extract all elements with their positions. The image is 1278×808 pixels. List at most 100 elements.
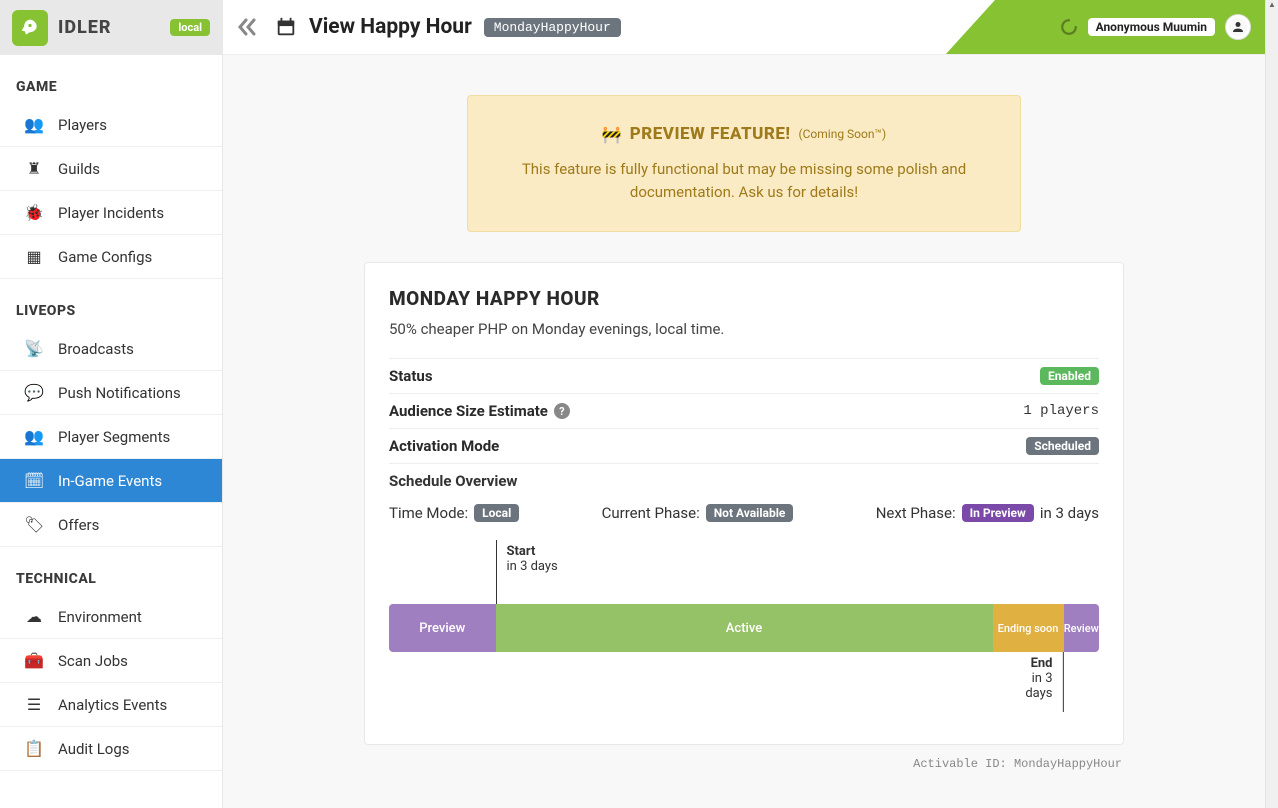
time-mode-label: Time Mode:: [389, 504, 468, 522]
calendar-icon: 🗓: [24, 471, 44, 490]
sidebar-section-technical: TECHNICAL: [0, 547, 222, 595]
activation-label: Activation Mode: [389, 437, 499, 455]
bug-icon: 🐞: [24, 203, 44, 222]
sidebar-item-push-notifications[interactable]: 💬 Push Notifications: [0, 371, 222, 415]
page-slug-badge: MondayHappyHour: [484, 18, 621, 37]
sidebar-item-in-game-events[interactable]: 🗓 In-Game Events: [0, 459, 222, 503]
status-row: Status Enabled: [389, 358, 1099, 393]
timeline-segment-preview: Preview: [389, 604, 496, 652]
sidebar-section-game: GAME: [0, 55, 222, 103]
construction-icon: 🚧: [602, 125, 622, 144]
sidebar-item-label: Environment: [58, 608, 142, 626]
vertical-scrollbar[interactable]: [1265, 0, 1278, 808]
sidebar-item-label: Analytics Events: [58, 696, 167, 714]
sidebar-item-label: Broadcasts: [58, 340, 134, 358]
sidebar-item-label: Player Incidents: [58, 204, 164, 222]
comment-icon: 💬: [24, 383, 44, 402]
next-phase-label: Next Phase:: [876, 504, 956, 522]
sidebar-item-environment[interactable]: ☁ Environment: [0, 595, 222, 639]
tower-icon: ♜: [24, 159, 44, 178]
status-badge: Enabled: [1040, 367, 1099, 385]
audience-row: Audience Size Estimate ? 1 players: [389, 393, 1099, 428]
sidebar-item-label: Game Configs: [58, 248, 152, 266]
start-eta: in 3 days: [507, 559, 558, 574]
sidebar-item-label: Guilds: [58, 160, 100, 178]
timeline-segment-review: Review: [1064, 604, 1100, 652]
next-phase-eta: in 3 days: [1040, 504, 1099, 522]
app-logo[interactable]: [12, 10, 48, 46]
app-name: IDLER: [58, 17, 112, 38]
current-phase-badge: Not Available: [706, 504, 794, 522]
cloud-icon: ☁: [24, 607, 44, 626]
loading-spinner-icon: [1060, 18, 1078, 36]
timeline: Start in 3 days Preview Active Ending so…: [389, 540, 1099, 720]
activation-row: Activation Mode Scheduled: [389, 428, 1099, 463]
sidebar-item-analytics-events[interactable]: ☰ Analytics Events: [0, 683, 222, 727]
sidebar-item-players[interactable]: 👥 Players: [0, 103, 222, 147]
user-avatar[interactable]: [1225, 14, 1251, 40]
sidebar-section-liveops: LIVEOPS: [0, 279, 222, 327]
audience-label: Audience Size Estimate ?: [389, 402, 570, 420]
sidebar-item-label: In-Game Events: [58, 472, 162, 490]
rocket-icon: [20, 18, 40, 38]
audience-value: 1 players: [1023, 403, 1099, 419]
tags-icon: 🏷: [24, 515, 44, 534]
sidebar-item-offers[interactable]: 🏷 Offers: [0, 503, 222, 547]
user-name[interactable]: Anonymous Muumin: [1088, 18, 1215, 36]
sidebar-item-label: Push Notifications: [58, 384, 181, 402]
sidebar-item-label: Audit Logs: [58, 740, 130, 758]
schedule-summary-row: Time Mode: Local Current Phase: Not Avai…: [389, 504, 1099, 522]
start-label: Start: [507, 540, 558, 559]
sidebar-item-label: Offers: [58, 516, 99, 534]
sidebar-item-guilds[interactable]: ♜ Guilds: [0, 147, 222, 191]
event-card: MONDAY HAPPY HOUR 50% cheaper PHP on Mon…: [364, 262, 1124, 745]
activation-badge: Scheduled: [1026, 437, 1099, 455]
sidebar-item-player-segments[interactable]: 👥 Player Segments: [0, 415, 222, 459]
preview-banner-subtitle: (Coming Soon™): [799, 127, 887, 141]
sidebar-item-game-configs[interactable]: ▦ Game Configs: [0, 235, 222, 279]
main-content: 🚧 PREVIEW FEATURE! (Coming Soon™) This f…: [223, 55, 1265, 808]
sidebar-item-scan-jobs[interactable]: 🧰 Scan Jobs: [0, 639, 222, 683]
sidebar-item-label: Player Segments: [58, 428, 170, 446]
activable-id-footer: Activable ID: MondayHappyHour: [364, 757, 1124, 771]
page-title-group: View Happy Hour MondayHappyHour: [275, 15, 621, 39]
sidebar-item-audit-logs[interactable]: 📋 Audit Logs: [0, 727, 222, 771]
status-label: Status: [389, 367, 433, 385]
event-title: MONDAY HAPPY HOUR: [389, 287, 1099, 310]
table-icon: ▦: [24, 247, 44, 266]
env-badge: local: [170, 19, 210, 36]
sidebar: IDLER local GAME 👥 Players ♜ Guilds 🐞 Pl…: [0, 0, 223, 808]
broadcast-icon: 📡: [24, 339, 44, 358]
current-phase-label: Current Phase:: [602, 504, 700, 522]
calendar-icon: [275, 16, 297, 38]
users-icon: 👥: [24, 427, 44, 446]
timeline-segment-active: Active: [496, 604, 993, 652]
end-label: End: [1025, 652, 1052, 671]
end-eta: in 3 days: [1025, 671, 1052, 701]
preview-banner-title: PREVIEW FEATURE!: [630, 124, 791, 144]
list-icon: ☰: [24, 695, 44, 714]
time-mode-badge: Local: [474, 504, 519, 522]
timeline-end-marker: End in 3 days: [1025, 652, 1063, 712]
sidebar-item-broadcasts[interactable]: 📡 Broadcasts: [0, 327, 222, 371]
preview-banner-desc: This feature is fully functional but may…: [492, 158, 996, 203]
page-title: View Happy Hour: [309, 15, 472, 39]
topbar: View Happy Hour MondayHappyHour Anonymou…: [223, 0, 1265, 55]
timeline-segment-ending: Ending soon: [993, 604, 1064, 652]
schedule-header: Schedule Overview: [389, 463, 1099, 504]
sidebar-item-player-incidents[interactable]: 🐞 Player Incidents: [0, 191, 222, 235]
chevron-double-left-icon: [237, 18, 257, 36]
anonymous-icon: [1228, 17, 1248, 37]
sidebar-header: IDLER local: [0, 0, 222, 55]
event-description: 50% cheaper PHP on Monday evenings, loca…: [389, 320, 1099, 338]
timeline-bar: Preview Active Ending soon Review: [389, 604, 1099, 652]
sidebar-item-label: Scan Jobs: [58, 652, 128, 670]
users-icon: 👥: [24, 115, 44, 134]
preview-feature-banner: 🚧 PREVIEW FEATURE! (Coming Soon™) This f…: [467, 95, 1021, 232]
collapse-sidebar-button[interactable]: [237, 18, 257, 36]
next-phase-badge: In Preview: [962, 504, 1034, 522]
clipboard-icon: 📋: [24, 739, 44, 758]
toolbox-icon: 🧰: [24, 651, 44, 670]
sidebar-item-label: Players: [58, 116, 107, 134]
help-icon[interactable]: ?: [554, 403, 570, 419]
